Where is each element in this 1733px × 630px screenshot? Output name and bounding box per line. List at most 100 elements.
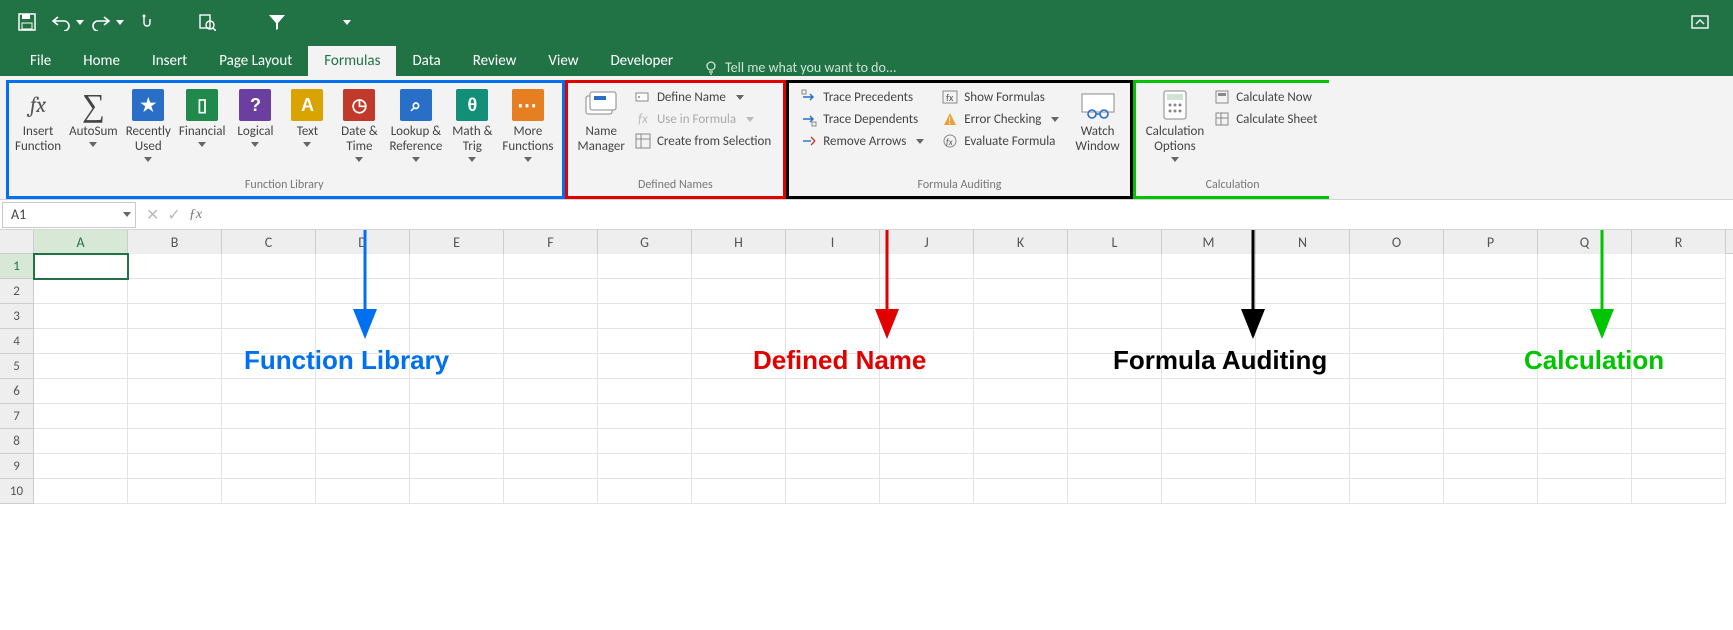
cell[interactable] <box>410 479 504 504</box>
cell[interactable] <box>1538 379 1632 404</box>
row-header[interactable]: 5 <box>0 354 34 379</box>
cell[interactable] <box>1256 404 1350 429</box>
tab-page-layout[interactable]: Page Layout <box>203 46 308 76</box>
cell[interactable] <box>410 404 504 429</box>
cell[interactable] <box>1538 254 1632 279</box>
cell[interactable] <box>692 279 786 304</box>
cell[interactable] <box>504 254 598 279</box>
cell[interactable] <box>598 379 692 404</box>
cell[interactable] <box>1538 279 1632 304</box>
cell[interactable] <box>34 379 128 404</box>
cell[interactable] <box>222 304 316 329</box>
cell[interactable] <box>316 479 410 504</box>
filter-button[interactable] <box>260 7 294 37</box>
calculate-sheet-button[interactable]: Calculate Sheet <box>1210 109 1321 129</box>
row-header[interactable]: 1 <box>0 254 34 279</box>
cell[interactable] <box>598 479 692 504</box>
cell[interactable] <box>128 279 222 304</box>
cell[interactable] <box>1444 454 1538 479</box>
name-box[interactable]: A1 <box>2 202 136 228</box>
cell[interactable] <box>410 354 504 379</box>
cell[interactable] <box>1256 429 1350 454</box>
cell[interactable] <box>692 304 786 329</box>
cell[interactable] <box>1162 379 1256 404</box>
row-header[interactable]: 2 <box>0 279 34 304</box>
cell[interactable] <box>1068 354 1162 379</box>
cell[interactable] <box>1444 354 1538 379</box>
formula-input[interactable] <box>212 200 1733 229</box>
print-preview-button[interactable] <box>190 7 224 37</box>
row-header[interactable]: 3 <box>0 304 34 329</box>
cell[interactable] <box>34 304 128 329</box>
cell[interactable] <box>880 254 974 279</box>
cell[interactable] <box>504 354 598 379</box>
cell[interactable] <box>222 429 316 454</box>
error-checking-button[interactable]: ! Error Checking <box>938 109 1063 129</box>
cell[interactable] <box>410 379 504 404</box>
cell[interactable] <box>1256 279 1350 304</box>
cell[interactable] <box>410 304 504 329</box>
cell[interactable] <box>1444 304 1538 329</box>
cell[interactable] <box>1538 304 1632 329</box>
cell[interactable] <box>1538 329 1632 354</box>
cell[interactable] <box>1256 304 1350 329</box>
logical-button[interactable]: ? Logical <box>229 85 281 149</box>
cell[interactable] <box>1350 479 1444 504</box>
column-header[interactable]: J <box>880 230 974 254</box>
cell[interactable] <box>880 479 974 504</box>
cell[interactable] <box>1068 379 1162 404</box>
cell[interactable] <box>1162 479 1256 504</box>
autosum-button[interactable]: ∑ AutoSum <box>65 85 122 149</box>
cell[interactable] <box>692 379 786 404</box>
watch-window-button[interactable]: Watch Window <box>1071 85 1123 157</box>
cell[interactable] <box>504 404 598 429</box>
cell[interactable] <box>504 279 598 304</box>
cell[interactable] <box>692 354 786 379</box>
cell[interactable] <box>974 404 1068 429</box>
cell[interactable] <box>974 379 1068 404</box>
column-header[interactable]: D <box>316 230 410 254</box>
cell[interactable] <box>222 279 316 304</box>
cell[interactable] <box>786 329 880 354</box>
cell[interactable] <box>1068 454 1162 479</box>
cell[interactable] <box>1538 404 1632 429</box>
cell[interactable] <box>1256 379 1350 404</box>
cell[interactable] <box>1256 354 1350 379</box>
cell[interactable] <box>316 429 410 454</box>
cell[interactable] <box>786 404 880 429</box>
tab-view[interactable]: View <box>532 46 594 76</box>
cell[interactable] <box>316 329 410 354</box>
cell[interactable] <box>316 254 410 279</box>
cell[interactable] <box>1068 479 1162 504</box>
qat-more-button[interactable] <box>330 7 364 37</box>
enter-formula-button[interactable]: ✓ <box>167 205 180 225</box>
cell[interactable] <box>1444 254 1538 279</box>
cell[interactable] <box>1632 354 1726 379</box>
tab-formulas[interactable]: Formulas <box>308 46 396 76</box>
evaluate-formula-button[interactable]: fx Evaluate Formula <box>938 131 1063 151</box>
cell[interactable] <box>598 254 692 279</box>
cell[interactable] <box>410 279 504 304</box>
recently-used-button[interactable]: ★ Recently Used <box>122 85 175 164</box>
cell[interactable] <box>880 279 974 304</box>
column-header[interactable]: N <box>1256 230 1350 254</box>
cell[interactable] <box>880 429 974 454</box>
cell[interactable] <box>1162 329 1256 354</box>
column-header[interactable]: Q <box>1538 230 1632 254</box>
cell[interactable] <box>34 479 128 504</box>
cell[interactable] <box>222 404 316 429</box>
tab-insert[interactable]: Insert <box>136 46 203 76</box>
cell[interactable] <box>1632 429 1726 454</box>
cell[interactable] <box>128 254 222 279</box>
column-header[interactable]: I <box>786 230 880 254</box>
cell[interactable] <box>504 479 598 504</box>
cell[interactable] <box>128 329 222 354</box>
row-header[interactable]: 9 <box>0 454 34 479</box>
cell[interactable] <box>34 354 128 379</box>
cancel-formula-button[interactable]: ✕ <box>146 205 159 225</box>
fx-icon[interactable]: ƒx <box>189 207 202 223</box>
cell[interactable] <box>128 454 222 479</box>
cell[interactable] <box>1350 354 1444 379</box>
cell[interactable] <box>1350 279 1444 304</box>
calculate-now-button[interactable]: Calculate Now <box>1210 87 1321 107</box>
